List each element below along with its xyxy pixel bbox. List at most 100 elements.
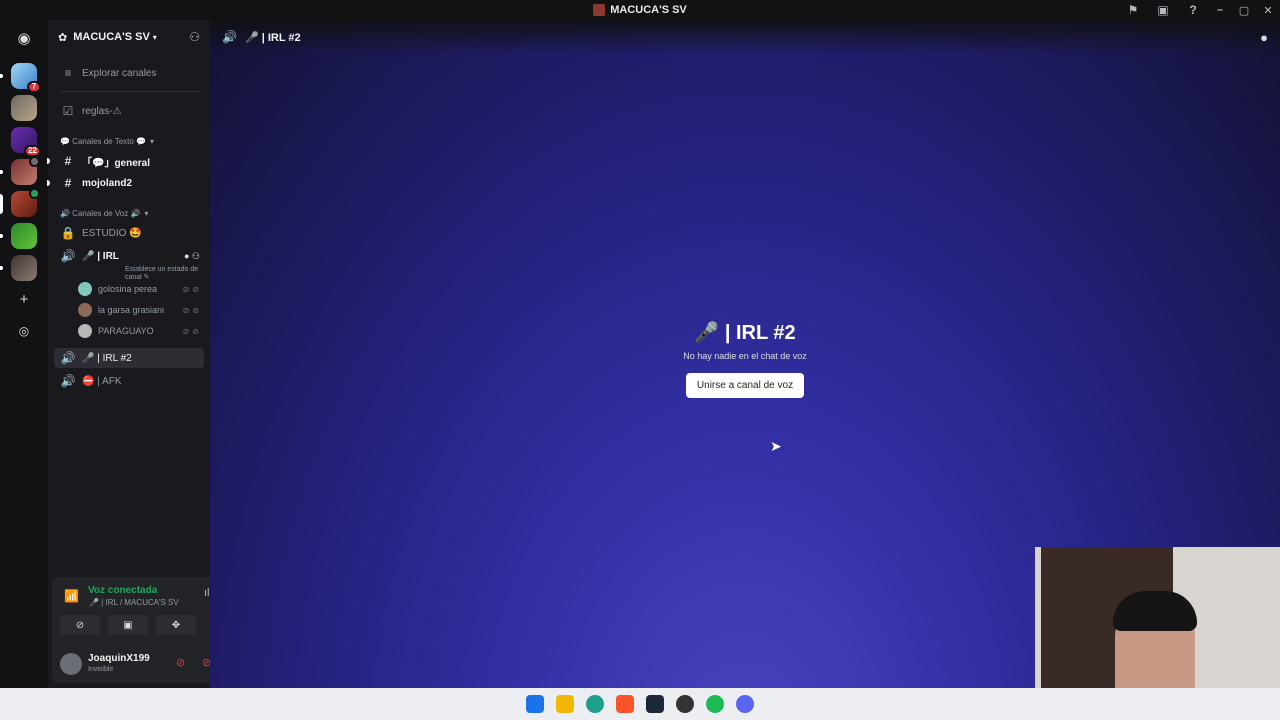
chevron-down-icon: ▾ — [150, 137, 155, 146]
user-label: la garsa grasiani — [98, 305, 165, 315]
chevron-down-icon: ▾ — [144, 209, 149, 218]
voice-connected-channel[interactable]: 🎤 | IRL / MACUCA'S SV — [89, 598, 179, 607]
avatar — [78, 324, 92, 338]
signal-icon[interactable]: 📶 — [64, 589, 79, 603]
activities-icon: ✥ — [171, 619, 181, 631]
channel-header: 🔊 🎤 | IRL #2 — [210, 20, 1280, 54]
voice-indicator-icon — [29, 156, 40, 167]
chevron-down-icon: ▾ — [152, 32, 157, 42]
channel-sidebar: ✿ MACUCA'S SV ▾ ⚇ ≡ Explorar canales ☑ r… — [47, 20, 254, 688]
speaker-icon: 🔊 — [222, 30, 237, 44]
avatar — [78, 303, 92, 317]
steam-icon[interactable] — [646, 695, 664, 713]
close-button[interactable]: ✕ — [1256, 0, 1280, 20]
channel-mojoland2[interactable]: # mojoland2 — [47, 173, 204, 193]
camera-off-icon: ⊘ — [75, 619, 85, 631]
channel-estudio[interactable]: 🔒 ESTUDIO 🤩 — [54, 223, 204, 243]
app-logo-icon — [593, 4, 606, 16]
activities-button[interactable]: ✥ — [156, 615, 196, 635]
voice-connected-label[interactable]: Voz conectada — [88, 585, 157, 596]
obs-icon[interactable] — [676, 695, 694, 713]
flag-icon[interactable]: ⚑ — [1118, 0, 1148, 20]
brave-browser-icon[interactable] — [616, 695, 634, 713]
guild-badge-icon: ✿ — [58, 31, 68, 44]
channel-label: reglas-⚠ — [82, 105, 122, 117]
channel-label: ⛔ | AFK — [82, 375, 122, 387]
server-icon[interactable] — [11, 95, 37, 121]
server-icon[interactable] — [0, 255, 37, 281]
file-explorer-icon[interactable] — [556, 695, 574, 713]
server-icon[interactable]: 7 — [0, 63, 41, 93]
user-label: PARAGUAYO — [98, 326, 154, 336]
discord-home-icon[interactable]: ◉ — [13, 27, 35, 49]
channel-irl-2[interactable]: 🔊 🎤 | IRL #2 — [54, 348, 204, 368]
channel-label: 🎤 | IRL #2 — [82, 352, 132, 364]
add-server-icon[interactable]: + — [13, 288, 35, 310]
explore-channels[interactable]: ≡ Explorar canales — [54, 63, 204, 83]
mic-muted-icon[interactable]: ⊘ — [176, 656, 185, 669]
webcam-overlay — [1035, 547, 1280, 710]
screen-share-icon: ▣ — [123, 619, 133, 631]
user-status: Invisible — [88, 666, 114, 673]
channel-afk[interactable]: 🔊 ⛔ | AFK — [54, 371, 204, 391]
chat-bubble-icon[interactable]: ● — [1260, 30, 1268, 45]
channel-general[interactable]: # 「💬」general — [47, 151, 204, 171]
voice-connected-icon — [29, 188, 40, 199]
discover-compass-icon[interactable]: ◎ — [13, 320, 35, 342]
divider — [60, 91, 200, 92]
list-icon: ≡ — [64, 66, 72, 80]
discord-icon[interactable] — [736, 695, 754, 713]
hashtag-icon: # — [64, 154, 72, 168]
edge-browser-icon[interactable] — [586, 695, 604, 713]
help-icon[interactable]: ? — [1178, 0, 1208, 20]
channel-status[interactable]: Establece un estado de canal ✎ — [125, 266, 210, 281]
invite-user-icon[interactable]: ⚇ — [189, 30, 200, 44]
category-voice[interactable]: 🔊 Canales de Voz 🔊 ▾ — [60, 209, 148, 218]
muted-deafened-icon: ⊘⊘ — [182, 326, 202, 336]
speaker-icon: 🔊 — [60, 374, 76, 388]
join-voice-button[interactable]: Unirse a canal de voz — [685, 373, 805, 398]
chat-bubble-icon[interactable]: ● ⚇ — [184, 251, 204, 262]
username[interactable]: JoaquinX199 — [88, 653, 150, 664]
lock-icon: 🔒 — [60, 226, 76, 240]
avatar — [78, 282, 92, 296]
speaker-icon: 🔊 — [60, 249, 76, 263]
guild-name: MACUCA'S SV — [73, 31, 150, 43]
server-icon[interactable]: 22 — [11, 127, 41, 157]
channel-label: mojoland2 — [82, 177, 133, 189]
category-text[interactable]: 💬 Canales de Texto 💬 ▾ — [60, 137, 154, 146]
guild-header[interactable]: ✿ MACUCA'S SV ▾ ⚇ — [48, 20, 210, 54]
channel-label: 🎤 | IRL — [82, 250, 119, 262]
mention-badge: 7 — [27, 81, 41, 93]
avatar[interactable] — [60, 653, 82, 675]
unread-indicator — [47, 158, 50, 164]
muted-deafened-icon: ⊘⊘ — [182, 305, 202, 315]
channel-rules[interactable]: ☑ reglas-⚠ — [54, 101, 204, 121]
voice-channel-title: 🎤 | IRL #2 — [694, 322, 796, 344]
maximize-button[interactable]: ▢ — [1232, 0, 1256, 20]
empty-voice-state: 🎤 | IRL #2 No hay nadie en el chat de vo… — [210, 320, 1280, 398]
rules-icon: ☑ — [62, 104, 74, 118]
windows-taskbar — [0, 688, 1280, 720]
hashtag-icon: # — [64, 176, 72, 190]
title-bar: MACUCA'S SV ⚑ ▣ ? – ▢ ✕ — [0, 0, 1280, 20]
window-title: MACUCA'S SV — [610, 4, 687, 16]
explore-label: Explorar canales — [82, 67, 157, 79]
channel-irl[interactable]: 🔊 🎤 | IRL ● ⚇ — [54, 246, 204, 266]
channel-label: ESTUDIO 🤩 — [82, 227, 142, 239]
server-icon[interactable] — [0, 223, 37, 249]
server-icon-current[interactable] — [0, 188, 40, 217]
voice-user[interactable]: golosina perea ⊘⊘ — [78, 280, 202, 298]
spotify-icon[interactable] — [706, 695, 724, 713]
voice-user[interactable]: PARAGUAYO ⊘⊘ — [78, 322, 202, 340]
server-icon[interactable] — [0, 156, 40, 185]
start-menu-icon[interactable] — [526, 695, 544, 713]
screen-share-button[interactable]: ▣ — [108, 615, 148, 635]
voice-user[interactable]: la garsa grasiani ⊘⊘ — [78, 301, 202, 319]
inbox-icon[interactable]: ▣ — [1148, 0, 1178, 20]
minimize-button[interactable]: – — [1208, 0, 1232, 20]
camera-button[interactable]: ⊘ — [60, 615, 100, 635]
empty-voice-message: No hay nadie en el chat de voz — [683, 351, 807, 361]
user-label: golosina perea — [98, 284, 158, 294]
category-label: 🔊 Canales de Voz 🔊 — [60, 209, 141, 218]
